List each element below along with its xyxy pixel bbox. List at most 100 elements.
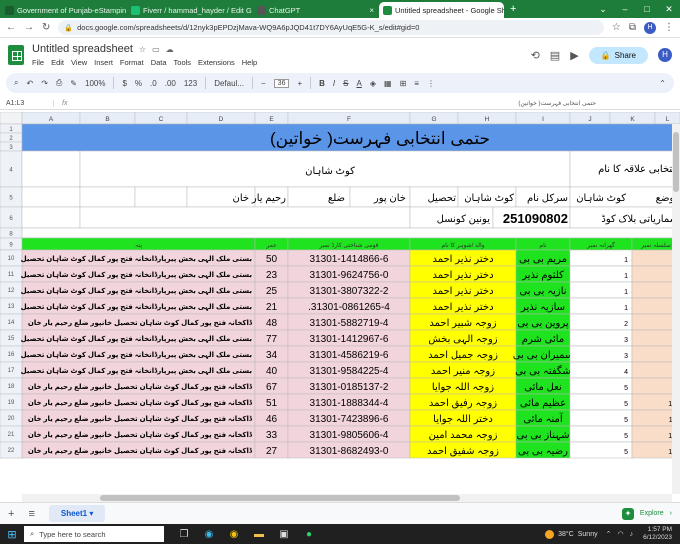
sheets-logo-icon[interactable]: [8, 45, 24, 65]
document-title[interactable]: Untitled spreadsheet: [32, 43, 133, 55]
menu-view[interactable]: View: [71, 58, 87, 67]
file-explorer-icon[interactable]: ▬: [251, 529, 267, 540]
house-cell[interactable]: [569, 265, 633, 283]
sheet-tab-sheet1[interactable]: Sheet1 ▾: [48, 505, 106, 522]
close-window-icon[interactable]: ✕: [658, 4, 680, 15]
font-size-increase-icon[interactable]: +: [297, 79, 302, 88]
menu-extensions[interactable]: Extensions: [198, 58, 235, 67]
move-folder-icon[interactable]: ▭: [152, 45, 160, 54]
increase-decimal-button[interactable]: .00: [165, 79, 176, 88]
formula-input[interactable]: حتمی انتخابی فہرست( خواتین): [75, 100, 680, 107]
chrome-icon[interactable]: ◉: [226, 529, 242, 540]
decrease-decimal-button[interactable]: .0: [150, 79, 157, 88]
menu-insert[interactable]: Insert: [94, 58, 113, 67]
menu-tools[interactable]: Tools: [174, 58, 192, 67]
cell-row5[interactable]: [79, 186, 136, 208]
menu-help[interactable]: Help: [242, 58, 257, 67]
reload-icon[interactable]: ↻: [42, 22, 50, 33]
forward-arrow-icon[interactable]: →: [24, 22, 34, 33]
house-cell[interactable]: [569, 393, 633, 411]
select-all-corner[interactable]: [0, 112, 23, 125]
name-box[interactable]: A1:L3: [0, 99, 54, 107]
task-view-icon[interactable]: ❐: [176, 529, 192, 540]
house-cell[interactable]: [569, 249, 633, 267]
italic-icon[interactable]: I: [333, 79, 335, 88]
tray-chevron-icon[interactable]: ⌃: [606, 530, 612, 538]
browser-tab-chatgpt[interactable]: ChatGPT ×: [253, 2, 378, 18]
star-icon[interactable]: ☆: [139, 45, 146, 54]
spreadsheet-grid[interactable]: A B C D E F G H I J K L 1 2 3 4 5 6 8 9 حتمی انتخابی فہرست( …: [0, 112, 680, 502]
borders-icon[interactable]: ▦: [384, 79, 392, 88]
fill-color-icon[interactable]: ◈: [370, 79, 376, 88]
cell-row5[interactable]: [134, 186, 188, 208]
house-cell[interactable]: [569, 281, 633, 299]
store-icon[interactable]: ▣: [276, 529, 292, 540]
more-icon[interactable]: ⋮: [427, 79, 435, 88]
paint-format-icon[interactable]: ✎: [70, 79, 77, 88]
comments-icon[interactable]: ▤: [550, 49, 560, 62]
vertical-scrollbar-thumb[interactable]: [673, 132, 679, 192]
house-cell[interactable]: [569, 377, 633, 395]
house-cell[interactable]: [569, 361, 633, 379]
house-cell[interactable]: [569, 425, 633, 443]
user-avatar[interactable]: H: [658, 48, 672, 62]
house-cell[interactable]: [569, 329, 633, 347]
network-icon[interactable]: ◠: [617, 530, 623, 538]
zoom-select[interactable]: 100%: [85, 79, 105, 88]
explore-button[interactable]: ✦ Explore ›: [621, 507, 672, 520]
search-icon[interactable]: ⌕: [14, 78, 18, 88]
font-select[interactable]: Defaul...: [214, 79, 244, 88]
collapse-toolbar-icon[interactable]: ⌃: [659, 79, 666, 88]
cloud-saved-icon[interactable]: ☁: [166, 45, 174, 54]
bold-icon[interactable]: B: [319, 79, 325, 88]
cell-row8[interactable]: [21, 227, 680, 239]
extensions-icon[interactable]: ⧉: [629, 22, 636, 33]
house-cell[interactable]: [569, 313, 633, 331]
text-color-icon[interactable]: A: [357, 79, 362, 88]
chevron-down-icon[interactable]: ⌄: [592, 4, 614, 15]
add-sheet-button[interactable]: +: [8, 508, 14, 520]
cell-a5[interactable]: [21, 186, 81, 208]
menu-edit[interactable]: Edit: [51, 58, 64, 67]
volume-icon[interactable]: ♪: [630, 531, 634, 538]
cell-a4[interactable]: [21, 150, 81, 188]
menu-format[interactable]: Format: [120, 58, 144, 67]
whatsapp-icon[interactable]: ●: [301, 529, 317, 540]
cell-row6-blank[interactable]: [79, 206, 411, 229]
all-sheets-button[interactable]: ≡: [28, 508, 34, 520]
house-cell[interactable]: [569, 409, 633, 427]
back-arrow-icon[interactable]: ←: [6, 22, 16, 33]
share-button[interactable]: 🔒 Share: [588, 46, 648, 64]
font-size-input[interactable]: 36: [273, 78, 290, 88]
align-icon[interactable]: ≡: [414, 79, 419, 88]
house-cell[interactable]: [569, 345, 633, 363]
history-icon[interactable]: ⟲: [531, 49, 540, 62]
browser-menu-icon[interactable]: ⋮: [664, 22, 674, 33]
percent-button[interactable]: %: [135, 79, 142, 88]
horizontal-scrollbar-thumb[interactable]: [100, 495, 460, 501]
maximize-icon[interactable]: □: [636, 4, 658, 14]
undo-icon[interactable]: ↶: [26, 79, 33, 88]
strikethrough-icon[interactable]: S: [343, 79, 348, 88]
url-field[interactable]: 🔒 docs.google.com/spreadsheets/d/12nyk3p…: [58, 20, 604, 35]
house-cell[interactable]: [569, 297, 633, 315]
browser-profile-avatar[interactable]: H: [644, 21, 656, 34]
font-size-decrease-icon[interactable]: −: [261, 79, 266, 88]
windows-start-icon[interactable]: ⊞: [0, 528, 24, 541]
browser-tab-fiverr[interactable]: Fiverr / hammad_hayder / Edit G×: [127, 2, 252, 18]
menu-file[interactable]: File: [32, 58, 44, 67]
currency-button[interactable]: $: [122, 79, 126, 88]
house-cell[interactable]: [569, 441, 633, 459]
print-icon[interactable]: ⎙: [56, 78, 62, 88]
taskbar-search-box[interactable]: ⌕ Type here to search: [24, 526, 164, 542]
weather-widget[interactable]: 38°C Sunny: [545, 529, 598, 539]
minimize-icon[interactable]: –: [614, 4, 636, 14]
merge-cells-icon[interactable]: ⊞: [400, 79, 407, 88]
system-clock[interactable]: 1:57 PM 6/12/2023: [643, 526, 672, 542]
cell-a6[interactable]: [21, 206, 81, 229]
bookmark-star-icon[interactable]: ☆: [612, 22, 621, 33]
meet-icon[interactable]: ▶: [570, 49, 578, 62]
close-icon[interactable]: ×: [369, 6, 374, 15]
browser-tab-estamping[interactable]: Government of Punjab-eStampin×: [1, 2, 126, 18]
edge-icon[interactable]: ◉: [201, 529, 217, 540]
